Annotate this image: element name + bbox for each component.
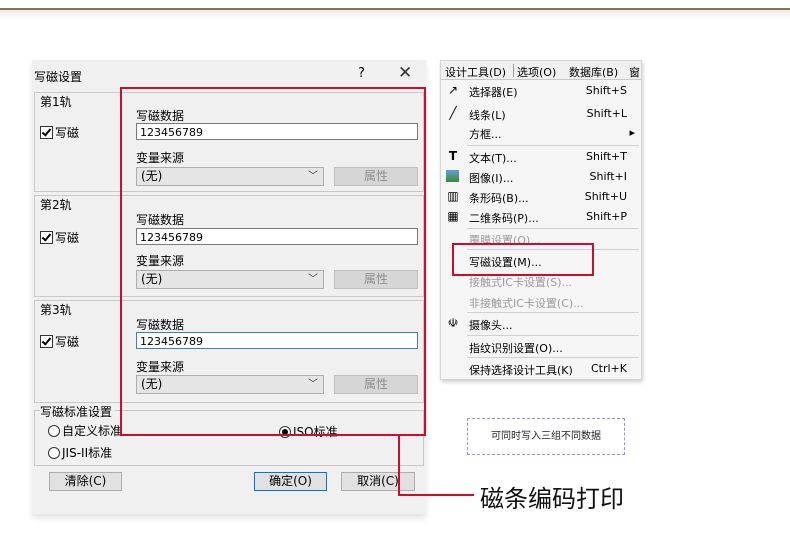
- line-icon: ╱: [449, 106, 457, 120]
- menu-item-text[interactable]: T 文本(T)... Shift+T: [441, 147, 641, 167]
- menu-separator: [467, 335, 639, 336]
- menu-item-highlight: [452, 243, 594, 276]
- menu-bar-divider: [513, 64, 514, 77]
- help-button[interactable]: ?: [358, 66, 365, 81]
- connector-line-vertical: [398, 436, 400, 496]
- selector-icon: ↗: [447, 83, 459, 97]
- connector-line-horizontal: [398, 494, 474, 496]
- menu-separator: [467, 145, 639, 146]
- design-tools-menu: 设计工具(D) 选项(O) 数据库(B) 窗 ↗ 选择器(E) Shift+S …: [440, 60, 642, 380]
- close-icon[interactable]: ✕: [398, 63, 412, 83]
- track-2-label: 第2轨: [40, 198, 72, 212]
- menu-item-camera[interactable]: ☫ 摄像头...: [441, 314, 641, 334]
- checkbox-checked-icon: [40, 335, 53, 348]
- radio-custom-standard[interactable]: 自定义标准: [48, 422, 122, 439]
- menu-window[interactable]: 窗: [629, 64, 640, 80]
- track-1-write-checkbox[interactable]: 写磁: [40, 124, 79, 141]
- menu-item-fingerprint[interactable]: 指纹识别设置(O)...: [441, 337, 641, 357]
- menu-options[interactable]: 选项(O): [517, 64, 556, 80]
- menu-item-image[interactable]: 图像(I)... Shift+I: [441, 167, 641, 187]
- menu-separator: [467, 312, 639, 313]
- menu-bar: 设计工具(D) 选项(O) 数据库(B) 窗: [441, 61, 641, 80]
- radio-unselected-icon: [48, 446, 60, 459]
- standard-title: 写磁标准设置: [40, 403, 116, 420]
- track-3-label: 第3轨: [40, 303, 72, 317]
- checkbox-checked-icon: [40, 126, 53, 139]
- menu-item-box[interactable]: 方框... ▸: [441, 123, 641, 143]
- menu-item-contactless-ic[interactable]: 非接触式IC卡设置(C)...: [441, 292, 641, 312]
- menu-database[interactable]: 数据库(B): [569, 64, 618, 80]
- menu-item-line[interactable]: ╱ 线条(L) Shift+L: [441, 104, 641, 124]
- image-icon: [446, 170, 459, 182]
- top-shade: [0, 10, 790, 20]
- cancel-button[interactable]: 取消(C): [341, 472, 415, 491]
- track-data-highlight: [120, 87, 426, 436]
- menu-item-barcode[interactable]: ▥ 条形码(B)... Shift+U: [441, 187, 641, 207]
- caption: 磁条编码打印: [480, 485, 624, 513]
- radio-jis-standard[interactable]: JIS-II标准: [48, 444, 112, 461]
- menu-separator: [467, 357, 639, 358]
- menu-item-keep-tool[interactable]: 保持选择设计工具(K) Ctrl+K: [441, 359, 641, 379]
- text-icon: T: [448, 149, 458, 163]
- camera-icon: ☫: [447, 316, 459, 330]
- menu-design-tools[interactable]: 设计工具(D): [445, 64, 506, 80]
- menu-item-selector[interactable]: ↗ 选择器(E) Shift+S: [441, 81, 641, 101]
- clear-button[interactable]: 清除(C): [49, 472, 122, 491]
- radio-unselected-icon: [48, 424, 60, 437]
- track-1-label: 第1轨: [40, 95, 72, 109]
- track-3-write-checkbox[interactable]: 写磁: [40, 333, 79, 350]
- menu-item-qrcode[interactable]: ▦ 二维条码(P)... Shift+P: [441, 207, 641, 227]
- track-2-write-checkbox[interactable]: 写磁: [40, 229, 79, 246]
- submenu-arrow-icon: ▸: [629, 126, 635, 139]
- dialog-title: 写磁设置: [34, 70, 83, 84]
- checkbox-checked-icon: [40, 231, 53, 244]
- ok-button[interactable]: 确定(O): [254, 472, 327, 491]
- qrcode-icon: ▦: [447, 209, 459, 223]
- barcode-icon: ▥: [447, 189, 459, 203]
- annotation-note: 可同时写入三组不同数据: [467, 418, 625, 455]
